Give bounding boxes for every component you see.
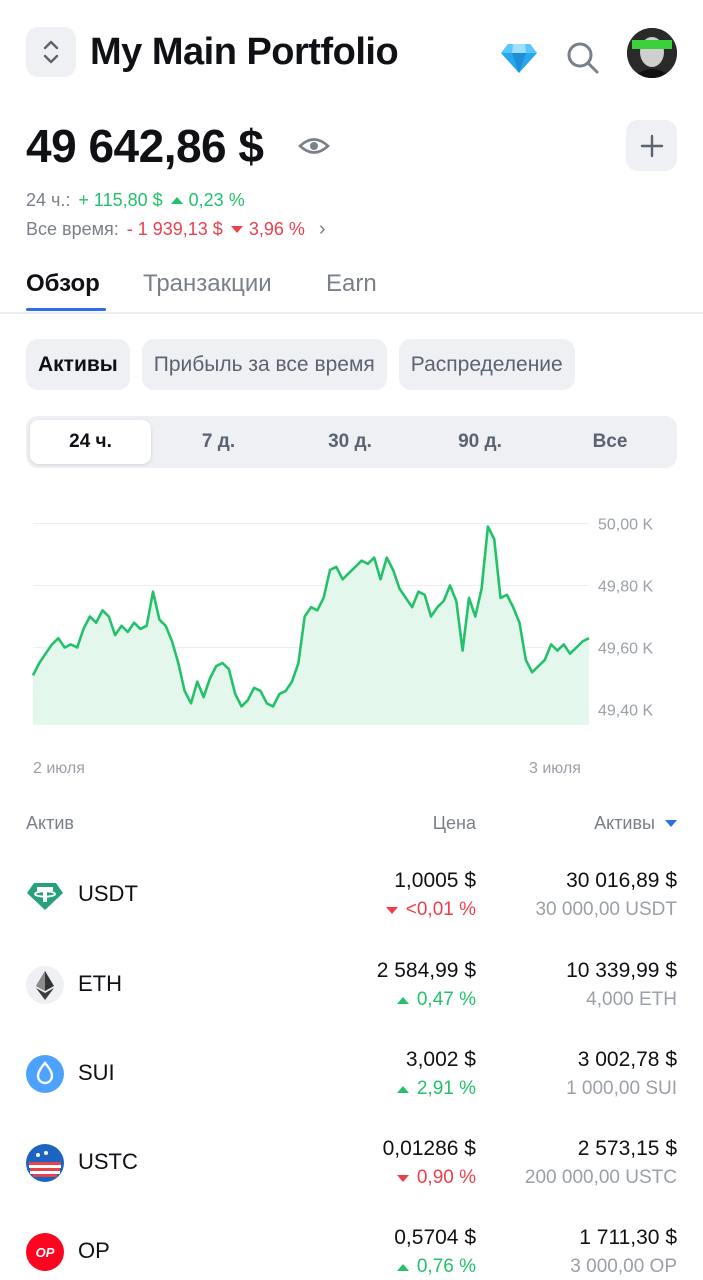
asset-symbol: USDT bbox=[78, 881, 138, 906]
arrow-up-icon bbox=[396, 1263, 409, 1271]
tether-icon bbox=[26, 876, 64, 914]
asset-price: 2 584,99 $ bbox=[376, 959, 476, 982]
asset-price: 3,002 $ bbox=[405, 1048, 476, 1071]
asset-change: <0,01 % bbox=[385, 898, 476, 922]
chip-all-time-profit[interactable]: Прибыль за все время bbox=[141, 339, 387, 390]
ethereum-icon bbox=[26, 966, 64, 1004]
plus-icon bbox=[640, 134, 663, 157]
asset-amount: 4,000 ETH bbox=[586, 989, 677, 1010]
search-icon[interactable] bbox=[565, 40, 601, 76]
x-label-start: 2 июля bbox=[33, 760, 85, 777]
pnl-all-time[interactable]: Все время: - 1 939,13 $ 3,96 % › bbox=[26, 217, 326, 241]
asset-value: 3 002,78 $ bbox=[577, 1048, 677, 1071]
period-30d[interactable]: 30 д. bbox=[286, 420, 414, 464]
asset-change: 0,47 % bbox=[396, 988, 476, 1012]
portfolio-title[interactable]: My Main Portfolio bbox=[90, 28, 399, 76]
asset-change-value: 0,90 % bbox=[416, 1167, 476, 1188]
period-all[interactable]: Все bbox=[546, 420, 674, 464]
asset-change: 0,76 % bbox=[396, 1255, 476, 1279]
pnl-24h-label: 24 ч.: bbox=[26, 190, 71, 210]
asset-amount: 3 000,00 OP bbox=[570, 1256, 677, 1277]
asset-symbol: SUI bbox=[78, 1060, 115, 1085]
asset-row-sui[interactable]: SUI 3,002 $ 2,91 % 3 002,78 $ 1 000,00 SUI bbox=[0, 1029, 703, 1119]
asset-amount: 200 000,00 USTC bbox=[524, 1167, 677, 1188]
asset-symbol: ETH bbox=[78, 971, 122, 996]
period-90d[interactable]: 90 д. bbox=[416, 420, 544, 464]
pnl-all-pct: 3,96 % bbox=[248, 219, 305, 239]
diamond-icon[interactable] bbox=[500, 40, 538, 76]
sui-icon bbox=[26, 1055, 64, 1093]
period-selector: 24 ч. 7 д. 30 д. 90 д. Все bbox=[26, 416, 677, 468]
arrow-up-icon bbox=[396, 1085, 409, 1093]
asset-value: 10 339,99 $ bbox=[566, 959, 677, 982]
y-tick-label: 49,60 K bbox=[598, 641, 653, 658]
tab-overview[interactable]: Обзор bbox=[26, 268, 100, 300]
asset-change-value: 2,91 % bbox=[416, 1078, 476, 1099]
add-transaction-button[interactable] bbox=[626, 120, 677, 171]
period-7d[interactable]: 7 д. bbox=[156, 420, 281, 464]
column-holdings-label: Активы bbox=[594, 813, 655, 833]
asset-row-op[interactable]: OP OP 0,5704 $ 0,76 % 1 711,30 $ 3 000,00 OP bbox=[0, 1207, 703, 1280]
pnl-24h-value: + 115,80 $ bbox=[78, 190, 163, 210]
optimism-icon: OP bbox=[26, 1233, 64, 1271]
asset-row-eth[interactable]: ETH 2 584,99 $ 0,47 % 10 339,99 $ 4,000 ETH bbox=[0, 940, 703, 1030]
chevron-right-icon: › bbox=[318, 218, 326, 240]
switch-portfolio-icon bbox=[43, 40, 59, 64]
y-tick-label: 49,40 K bbox=[598, 703, 653, 720]
asset-value: 1 711,30 $ bbox=[579, 1226, 677, 1249]
arrow-up-icon bbox=[396, 996, 409, 1004]
asset-value: 2 573,15 $ bbox=[577, 1137, 677, 1160]
arrow-down-icon bbox=[396, 1174, 409, 1182]
eye-icon[interactable] bbox=[298, 133, 330, 159]
arrow-up-icon bbox=[170, 196, 183, 204]
asset-change-value: 0,76 % bbox=[416, 1256, 476, 1277]
asset-amount: 1 000,00 SUI bbox=[566, 1078, 677, 1099]
arrow-down-icon bbox=[230, 225, 243, 233]
asset-row-usdt[interactable]: USDT 1,0005 $ <0,01 % 30 016,89 $ 30 000,00 … bbox=[0, 850, 703, 940]
pnl-all-value: - 1 939,13 $ bbox=[126, 219, 223, 239]
column-holdings[interactable]: Активы bbox=[594, 812, 677, 834]
chart-area bbox=[33, 526, 589, 725]
ustc-icon bbox=[26, 1144, 64, 1182]
sort-desc-icon bbox=[665, 819, 677, 827]
x-label-end: 3 июля bbox=[529, 760, 581, 777]
tab-transactions[interactable]: Транзакции bbox=[143, 268, 272, 300]
asset-amount: 30 000,00 USDT bbox=[535, 899, 677, 920]
header: My Main Portfolio bbox=[0, 0, 703, 110]
chip-allocation[interactable]: Распределение bbox=[398, 339, 575, 390]
svg-text:OP: OP bbox=[36, 1245, 55, 1260]
arrow-down-icon bbox=[385, 906, 398, 914]
column-price[interactable]: Цена bbox=[433, 812, 476, 834]
y-tick-label: 50,00 K bbox=[598, 517, 653, 534]
period-24h[interactable]: 24 ч. bbox=[30, 420, 151, 464]
tab-earn[interactable]: Earn bbox=[326, 268, 377, 300]
pnl-all-label: Все время: bbox=[26, 219, 119, 239]
y-tick-label: 49,80 K bbox=[598, 579, 653, 596]
asset-price: 0,5704 $ bbox=[394, 1226, 476, 1249]
asset-price: 0,01286 $ bbox=[382, 1137, 476, 1160]
asset-value: 30 016,89 $ bbox=[566, 869, 677, 892]
asset-symbol: OP bbox=[78, 1238, 110, 1263]
asset-symbol: USTC bbox=[78, 1149, 138, 1174]
portfolio-switcher-button[interactable] bbox=[26, 27, 76, 77]
portfolio-chart: 50,00 K 49,80 K 49,60 K 49,40 K bbox=[31, 517, 653, 725]
asset-change: 0,90 % bbox=[396, 1166, 476, 1190]
column-asset[interactable]: Актив bbox=[26, 812, 74, 834]
asset-change-value: <0,01 % bbox=[405, 899, 476, 920]
avatar[interactable] bbox=[627, 28, 677, 78]
chip-assets[interactable]: Активы bbox=[26, 339, 130, 390]
y-axis: 50,00 K 49,80 K 49,60 K 49,40 K bbox=[598, 517, 653, 720]
tab-bar: Обзор Транзакции Earn bbox=[0, 262, 703, 314]
asset-price: 1,0005 $ bbox=[394, 869, 476, 892]
tab-indicator bbox=[26, 308, 106, 311]
asset-row-ustc[interactable]: USTC 0,01286 $ 0,90 % 2 573,15 $ 200 000,00 … bbox=[0, 1118, 703, 1208]
pnl-24h-pct: 0,23 % bbox=[188, 190, 245, 210]
pnl-24h: 24 ч.: + 115,80 $ 0,23 % bbox=[26, 188, 245, 212]
view-chips: Активы Прибыль за все время Распределени… bbox=[26, 339, 575, 390]
asset-change: 2,91 % bbox=[396, 1077, 476, 1101]
asset-change-value: 0,47 % bbox=[416, 989, 476, 1010]
total-balance: 49 642,86 $ bbox=[26, 120, 264, 172]
